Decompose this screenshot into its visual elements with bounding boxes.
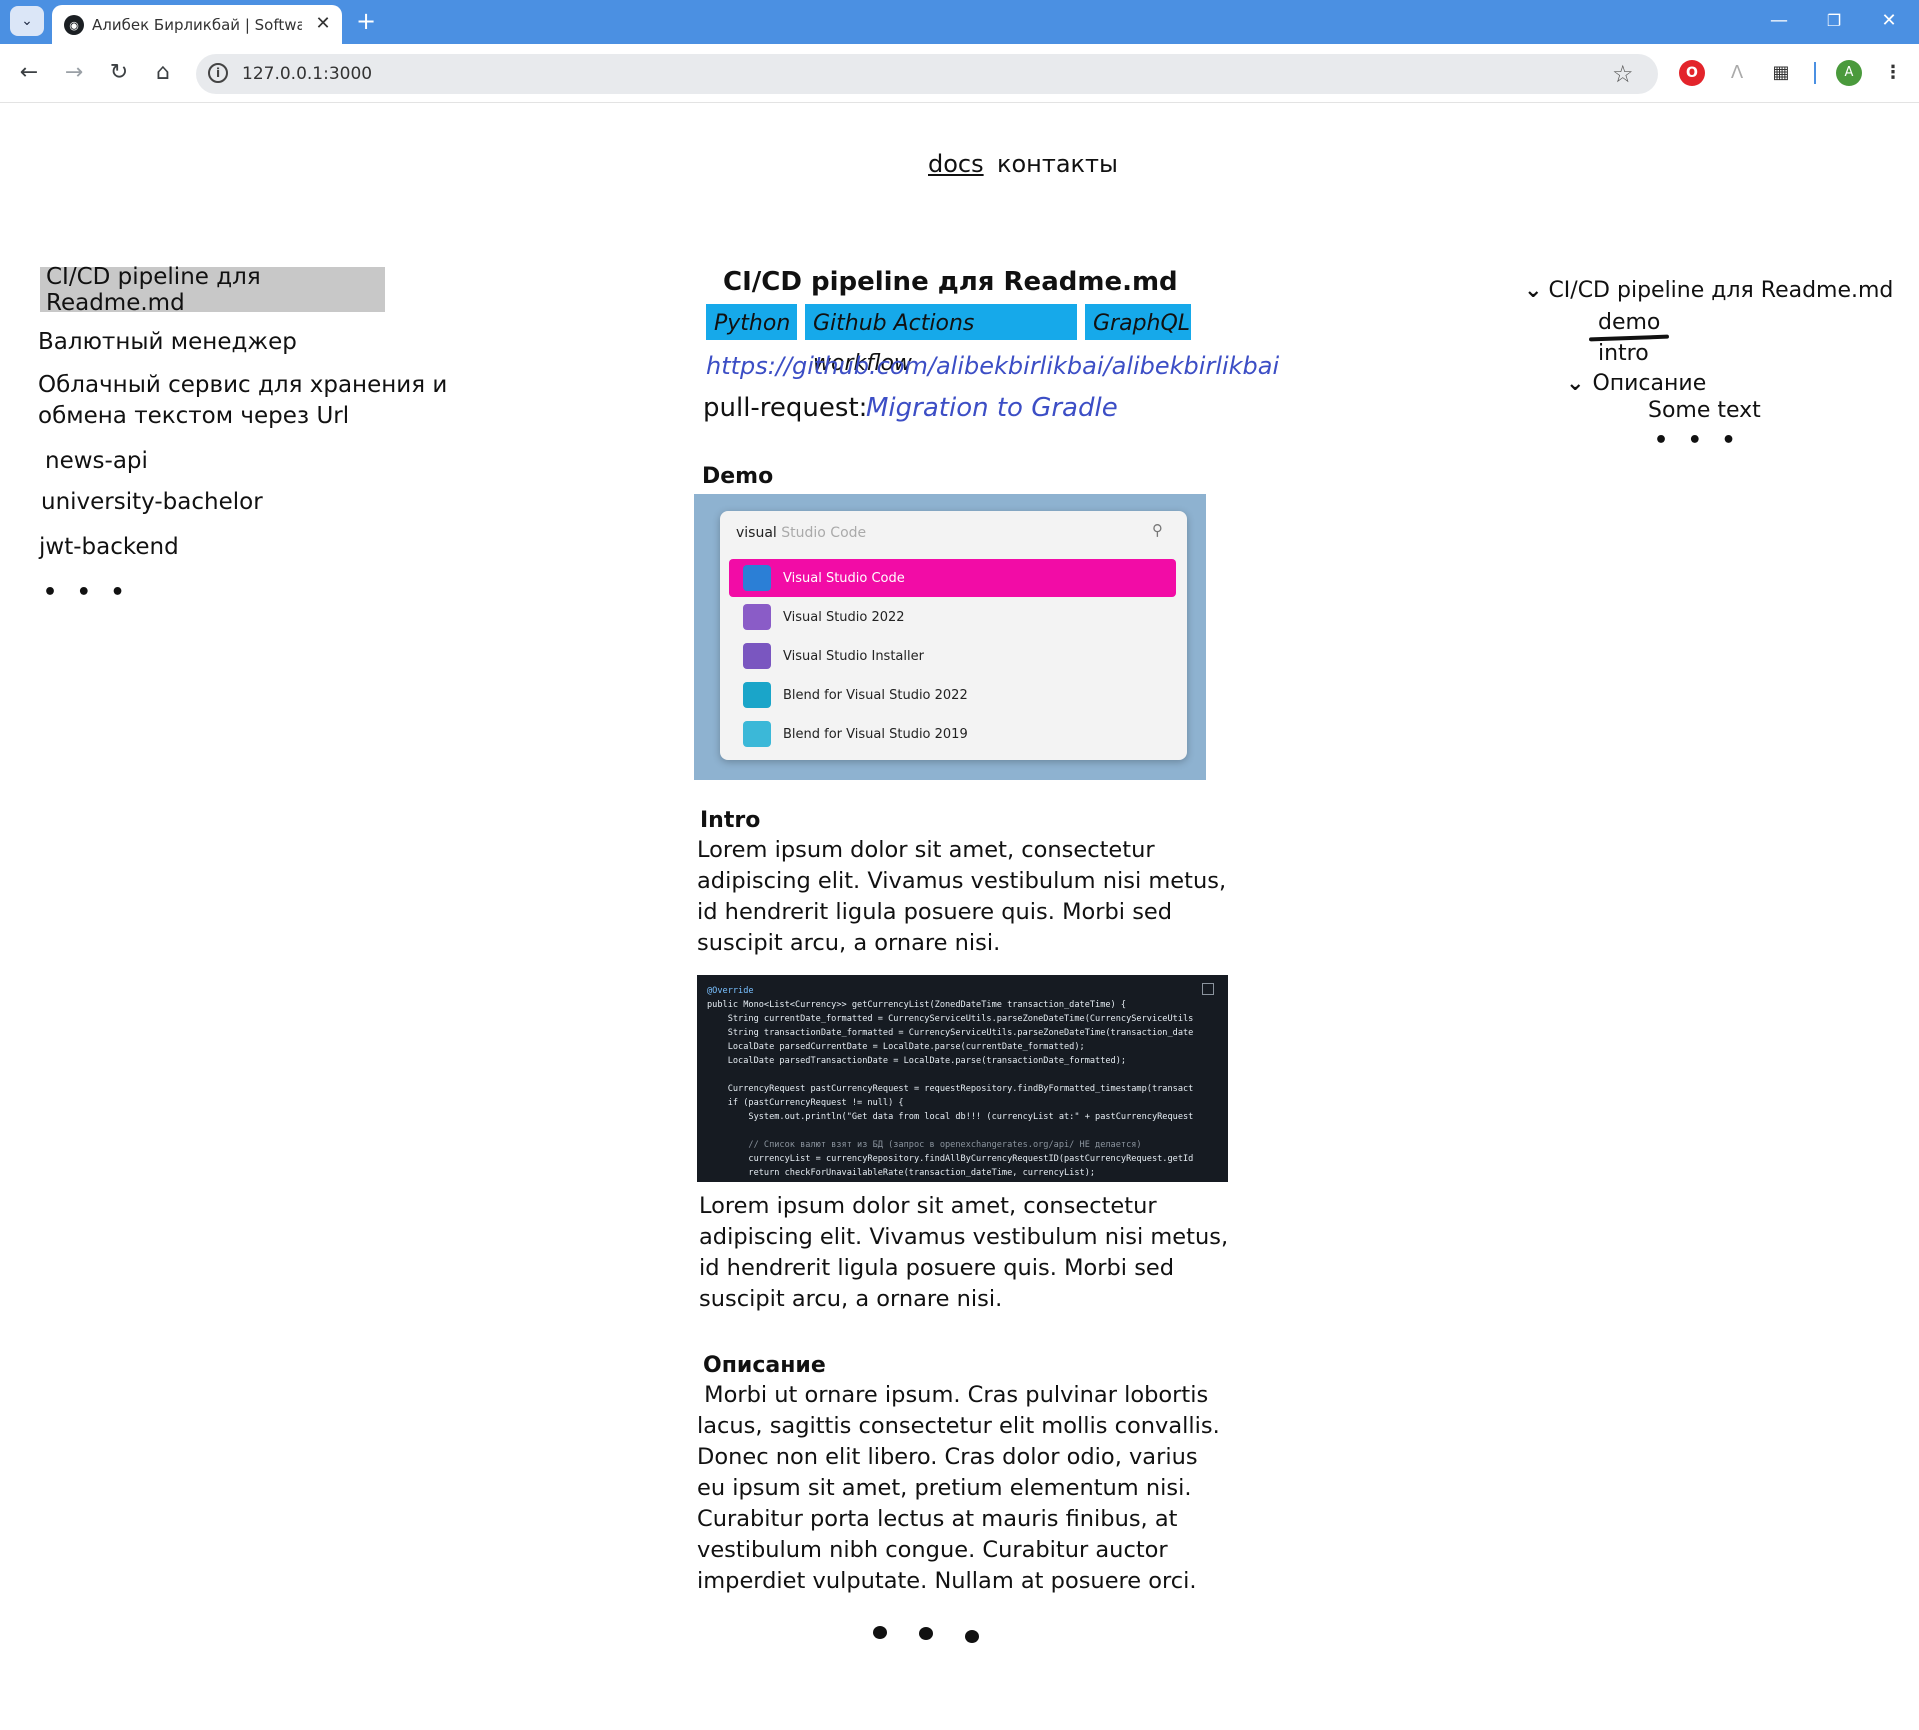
active-tab[interactable]: ◉ Алибек Бирликбай | Software E ✕ bbox=[52, 5, 342, 44]
description-heading: Описание bbox=[703, 1353, 826, 1378]
code-line: @Override bbox=[707, 986, 754, 996]
tab-close-icon[interactable]: ✕ bbox=[312, 12, 334, 36]
restore-icon[interactable]: ❐ bbox=[1811, 6, 1857, 36]
nav-link-docs[interactable]: docs bbox=[928, 150, 984, 178]
back-arrow-icon[interactable]: ← bbox=[14, 58, 44, 88]
demo-result-item: Blend for Visual Studio 2022 bbox=[729, 676, 1176, 714]
browser-menu-icon[interactable]: ⋮ bbox=[1880, 60, 1906, 86]
github-favicon-icon: ◉ bbox=[64, 15, 84, 35]
demo-search-text: visual Studio Code bbox=[736, 525, 867, 541]
demo-result-item: Blend for Visual Studio 2019 bbox=[729, 715, 1176, 753]
demo-screenshot: visual Studio Code ⚲ Visual Studio Code … bbox=[694, 494, 1206, 780]
site-info-icon[interactable]: i bbox=[208, 63, 228, 83]
sidebar-item-university-bachelor[interactable]: university-bachelor bbox=[41, 489, 263, 515]
toc-description-label: Описание bbox=[1592, 371, 1707, 396]
after-code-paragraph: Lorem ipsum dolor sit amet, consectetur … bbox=[699, 1193, 1229, 1312]
blend-icon bbox=[743, 721, 771, 747]
bookmark-star-icon[interactable]: ☆ bbox=[1612, 60, 1634, 88]
toc-root-label: CI/CD pipeline для Readme.md bbox=[1548, 278, 1894, 303]
address-bar[interactable]: i 127.0.0.1:3000 ☆ bbox=[196, 54, 1658, 94]
tag-python: Python bbox=[706, 304, 797, 340]
code-line: if (pastCurrencyRequest != null) { bbox=[707, 1098, 904, 1108]
forward-arrow-icon[interactable]: → bbox=[59, 58, 89, 88]
browser-toolbar: ← → ↻ ⌂ i 127.0.0.1:3000 ☆ O Λ ▦ A ⋮ bbox=[0, 44, 1919, 103]
toc-more-dots: • • • bbox=[1654, 428, 1742, 453]
chevron-down-icon: ⌄ bbox=[1524, 278, 1543, 303]
demo-result-item: Visual Studio 2022 bbox=[729, 598, 1176, 636]
code-line: String currentDate_formatted = CurrencyS… bbox=[707, 1014, 1194, 1024]
demo-result-item: Visual Studio Installer bbox=[729, 637, 1176, 675]
code-line: System.out.println("Get data from local … bbox=[707, 1112, 1194, 1122]
visual-studio-icon bbox=[743, 604, 771, 630]
toolbar-divider bbox=[1814, 62, 1816, 84]
code-line: return checkForUnavailableRate(transacti… bbox=[707, 1168, 1096, 1178]
demo-heading: Demo bbox=[702, 464, 774, 489]
code-line: LocalDate parsedCurrentDate = LocalDate.… bbox=[707, 1042, 1085, 1052]
pull-request-label: pull-request: bbox=[703, 393, 868, 423]
tab-search-chevron-icon[interactable]: ⌄ bbox=[10, 6, 44, 36]
project-title: CI/CD pipeline для Readme.md bbox=[723, 267, 1178, 297]
toc-item-description[interactable]: ⌄ Описание bbox=[1566, 371, 1706, 396]
toc-root[interactable]: ⌄ CI/CD pipeline для Readme.md bbox=[1524, 278, 1893, 303]
sidebar-item-cloud-service[interactable]: Облачный сервис для хранения и обмена те… bbox=[38, 370, 508, 432]
tab-title: Алибек Бирликбай | Software E bbox=[92, 16, 302, 34]
minimize-icon[interactable]: — bbox=[1756, 6, 1802, 36]
opera-extension-icon[interactable]: O bbox=[1679, 60, 1705, 86]
reload-icon[interactable]: ↻ bbox=[104, 58, 134, 88]
close-window-icon[interactable]: ✕ bbox=[1866, 6, 1912, 36]
code-line: String transactionDate_formatted = Curre… bbox=[707, 1028, 1194, 1038]
tag-graphql: GraphQL bbox=[1085, 304, 1191, 340]
toc-item-demo[interactable]: demo bbox=[1598, 310, 1660, 335]
toc-item-intro[interactable]: intro bbox=[1598, 341, 1649, 366]
code-line: // Список валют взят из БД (запрос в ope… bbox=[707, 1140, 1142, 1150]
end-dot bbox=[919, 1627, 933, 1640]
demo-result-item: Visual Studio Code bbox=[729, 559, 1176, 597]
blend-icon bbox=[743, 682, 771, 708]
demo-search-icon: ⚲ bbox=[1152, 521, 1163, 539]
code-line: currencyList = currencyRepository.findAl… bbox=[707, 1154, 1194, 1164]
vs-installer-icon bbox=[743, 643, 771, 669]
description-paragraph: Morbi ut ornare ipsum. Cras pulvinar lob… bbox=[697, 1382, 1227, 1594]
end-dot bbox=[873, 1626, 887, 1639]
sidebar-item-cicd-active[interactable]: CI/CD pipeline для Readme.md bbox=[40, 264, 385, 316]
sidebar-item-news-api[interactable]: news-api bbox=[45, 448, 148, 474]
vscode-icon bbox=[743, 565, 771, 591]
new-tab-button[interactable]: + bbox=[352, 8, 380, 36]
url-text[interactable]: 127.0.0.1:3000 bbox=[242, 64, 372, 84]
pull-request-link[interactable]: Migration to Gradle bbox=[866, 393, 1118, 423]
sidebar-more-dots: • • • bbox=[43, 580, 131, 605]
end-dot bbox=[965, 1630, 979, 1643]
sidebar-item-jwt-backend[interactable]: jwt-backend bbox=[39, 534, 179, 560]
sidebar-item-currency-manager[interactable]: Валютный менеджер bbox=[38, 329, 297, 355]
code-line: LocalDate parsedTransactionDate = LocalD… bbox=[707, 1056, 1127, 1066]
intro-heading: Intro bbox=[700, 808, 761, 833]
extension-a-icon[interactable]: Λ bbox=[1724, 60, 1750, 86]
nav-link-contacts[interactable]: контакты bbox=[997, 150, 1118, 178]
copy-icon bbox=[1202, 983, 1214, 995]
tag-github-actions: Github Actions workflow bbox=[805, 304, 1077, 376]
code-line: CurrencyRequest pastCurrencyRequest = re… bbox=[707, 1084, 1194, 1094]
repo-link[interactable]: https://github.com/alibekbirlikbai/alibe… bbox=[706, 352, 1279, 380]
home-icon[interactable]: ⌂ bbox=[148, 58, 178, 88]
intro-paragraph: Lorem ipsum dolor sit amet, consectetur … bbox=[697, 837, 1227, 956]
code-screenshot: @Override public Mono<List<Currency>> ge… bbox=[697, 975, 1228, 1182]
tab-strip: ⌄ ◉ Алибек Бирликбай | Software E ✕ + — … bbox=[0, 0, 1919, 44]
extensions-puzzle-icon[interactable]: ▦ bbox=[1768, 60, 1794, 86]
profile-avatar[interactable]: A bbox=[1836, 60, 1862, 86]
code-line: public Mono<List<Currency>> getCurrencyL… bbox=[707, 1000, 1127, 1010]
demo-search-panel: visual Studio Code ⚲ Visual Studio Code … bbox=[720, 511, 1187, 760]
chevron-down-icon: ⌄ bbox=[1566, 371, 1585, 396]
toc-item-some-text[interactable]: Some text bbox=[1648, 398, 1761, 423]
